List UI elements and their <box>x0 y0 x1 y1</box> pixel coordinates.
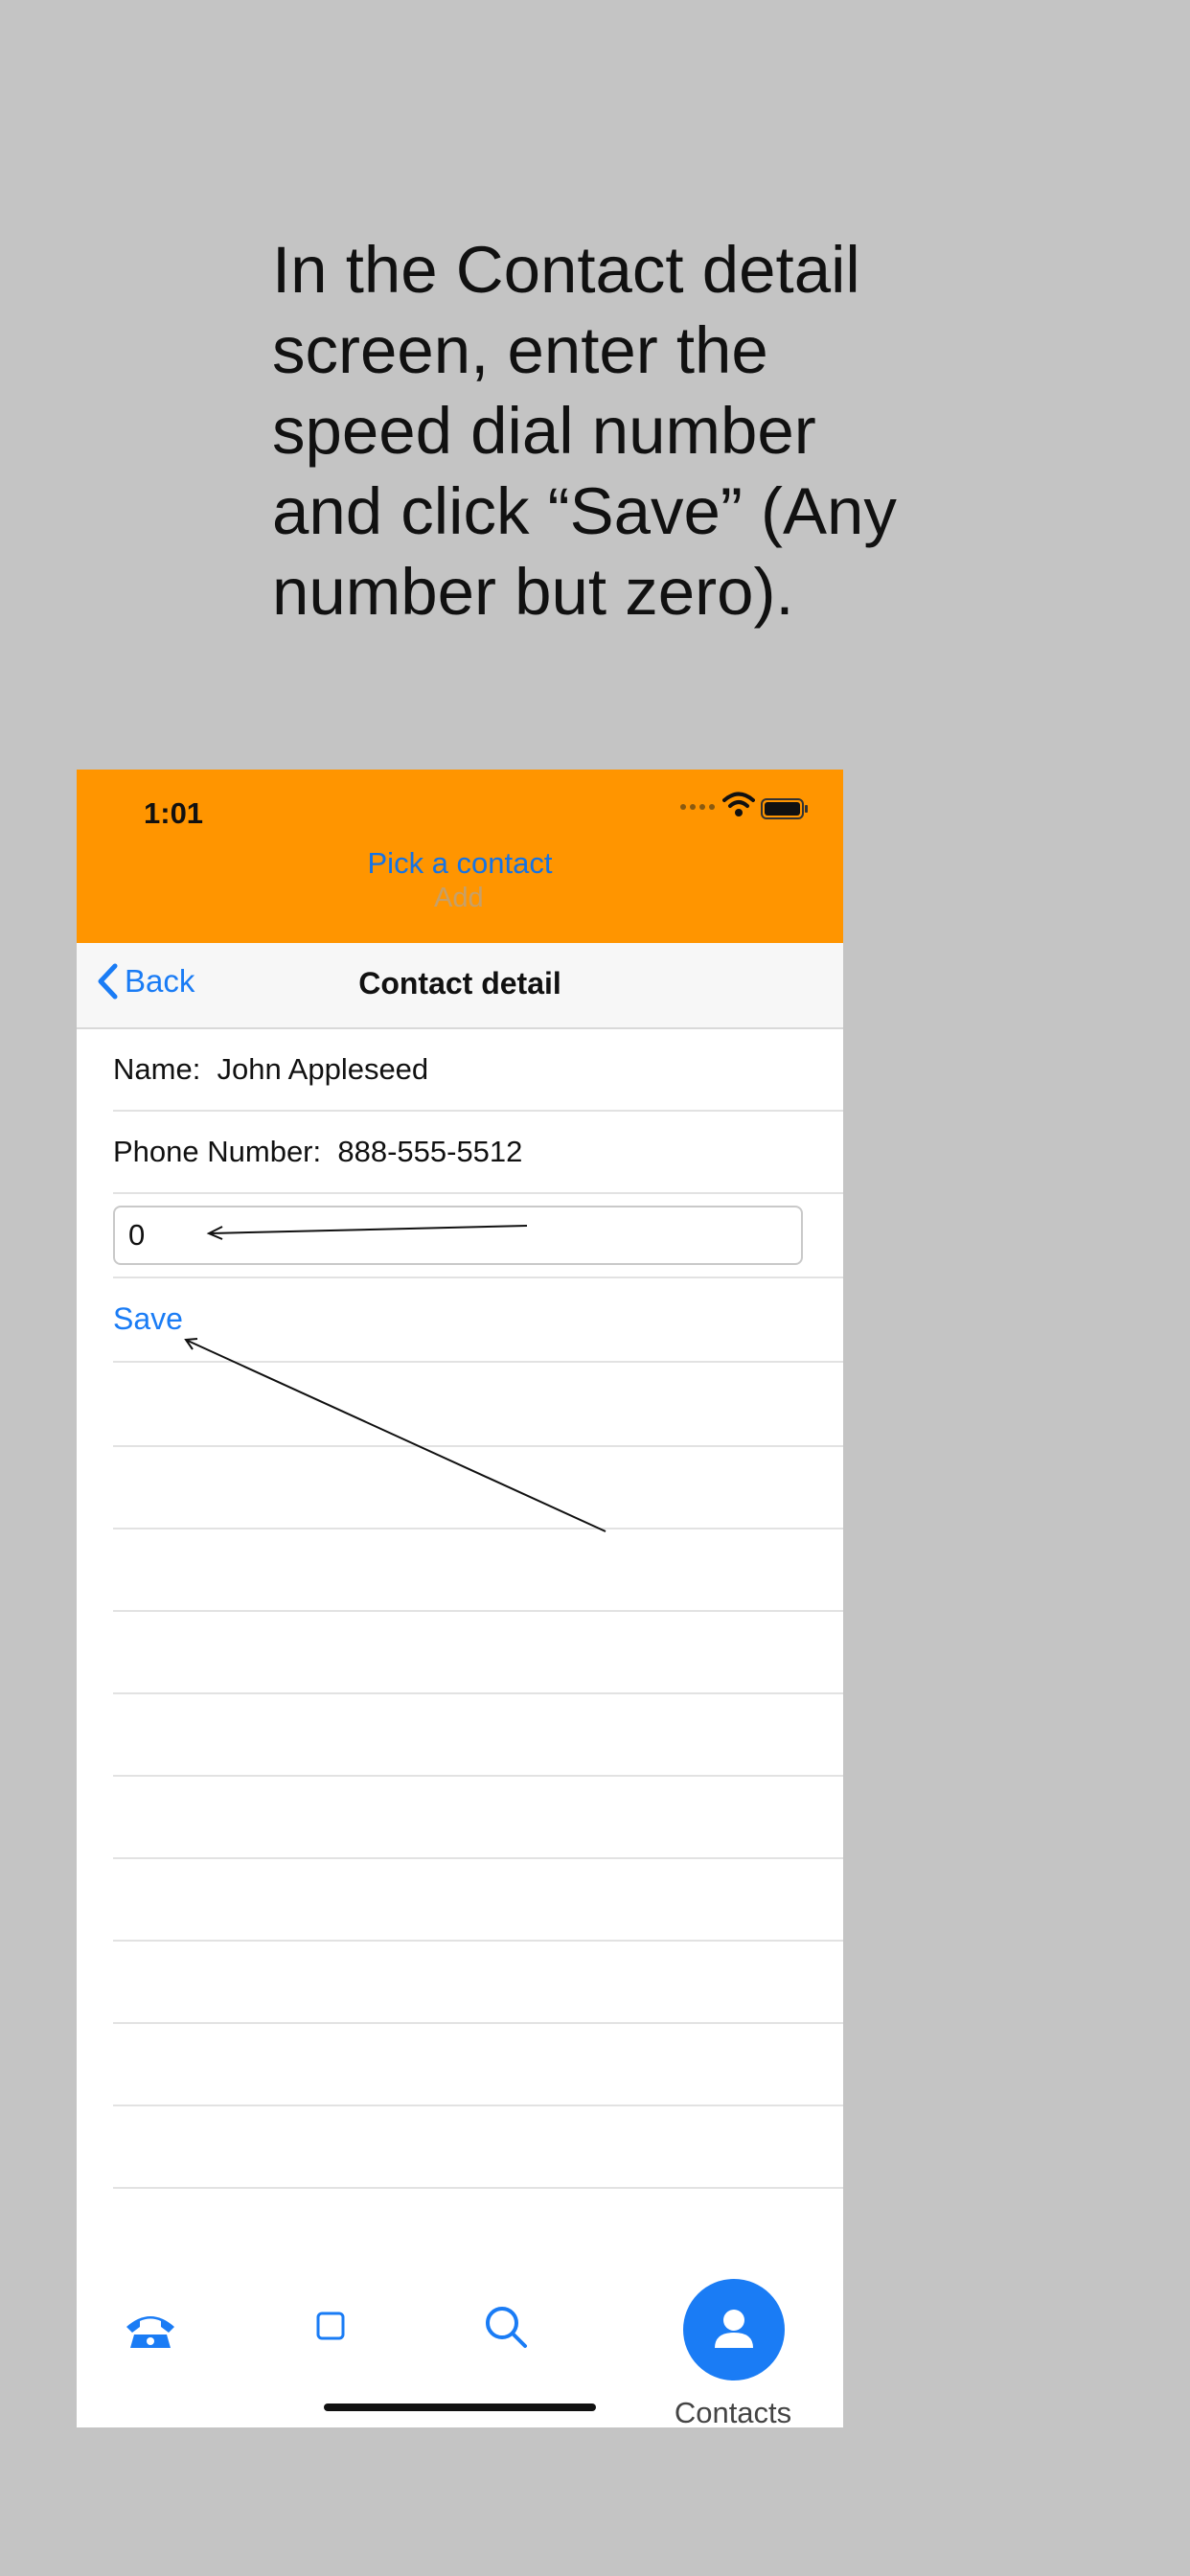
annotation-arrow-to-save <box>187 1340 606 1532</box>
search-tab-icon[interactable] <box>483 2304 529 2350</box>
phone-screen: 1:01 Pick a contact Add Back Contact det… <box>77 770 843 2427</box>
annotation-arrows <box>184 1225 606 1532</box>
contacts-tab-label[interactable]: Contacts <box>637 2396 829 2427</box>
square-tab-icon[interactable] <box>314 2310 347 2342</box>
instruction-text: In the Contact detail screen, enter the … <box>272 233 897 629</box>
annotation-arrow-to-field <box>210 1225 528 1234</box>
person-icon <box>715 2310 753 2348</box>
phone-tab-icon[interactable] <box>123 2308 178 2350</box>
tab-bar: Contacts <box>77 2260 843 2427</box>
home-indicator <box>324 2404 596 2411</box>
contacts-tab-button[interactable] <box>683 2279 785 2380</box>
